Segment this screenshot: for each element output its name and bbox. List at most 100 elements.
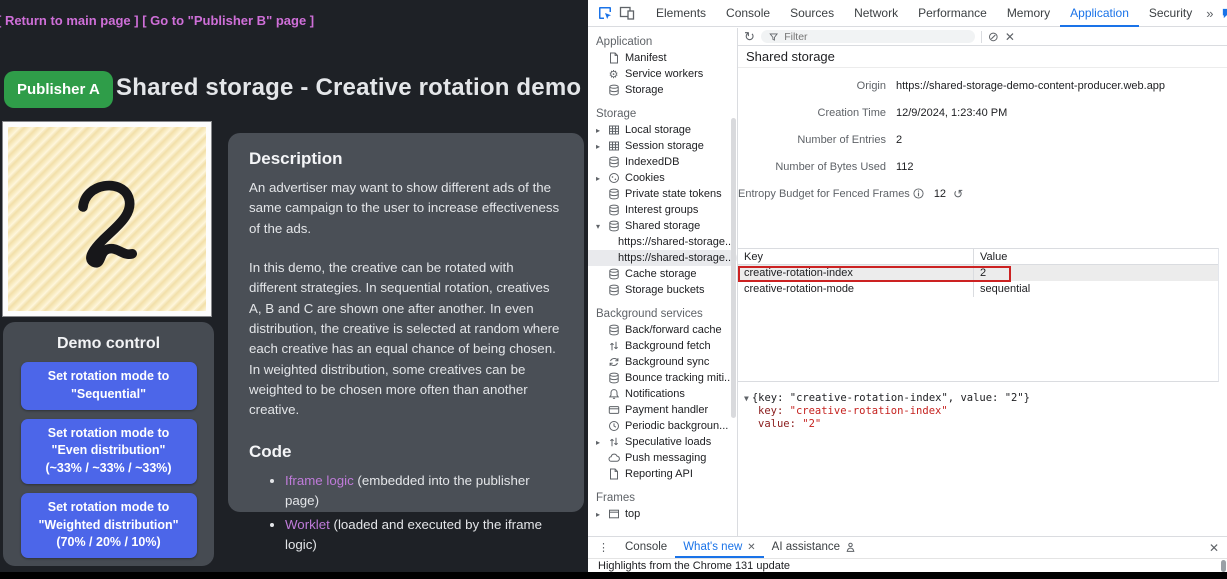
sidebar-item-label: Local storage xyxy=(625,124,691,136)
tab-network[interactable]: Network xyxy=(844,0,908,27)
sidebar-item-top[interactable]: ▸top xyxy=(588,506,737,522)
messages-icon[interactable] xyxy=(1219,2,1227,24)
sidebar-item-local-storage[interactable]: ▸ Local storage xyxy=(588,122,737,138)
publisher-b-link[interactable]: [ Go to "Publisher B" page ] xyxy=(142,13,314,28)
filter-input[interactable] xyxy=(782,30,967,44)
devtools-body: ApplicationManifest⚙Service workersStora… xyxy=(588,28,1227,536)
sidebar-item-background-sync[interactable]: Background sync xyxy=(588,354,737,370)
iframe-logic-link[interactable]: Iframe logic xyxy=(285,473,354,488)
panel-title: Shared storage xyxy=(738,46,1227,68)
meta-label: Entropy Budget for Fenced Frames xyxy=(738,188,910,200)
tab-security[interactable]: Security xyxy=(1139,0,1202,27)
drawer-tab-console[interactable]: Console xyxy=(617,537,675,558)
sidebar-item-speculative-loads[interactable]: ▸ Speculative loads xyxy=(588,434,737,450)
screenshot-root: [ Return to main page ] [ Go to "Publish… xyxy=(0,0,1227,579)
set-sequential-button[interactable]: Set rotation mode to "Sequential" xyxy=(21,362,197,410)
more-tabs-icon[interactable]: » xyxy=(1202,6,1217,21)
refresh-icon[interactable]: ↻ xyxy=(744,29,755,45)
expander-open-icon[interactable]: ▾ xyxy=(596,222,607,231)
sidebar-item-https-shared-storage[interactable]: https://shared-storage... xyxy=(588,250,737,266)
drawer-kebab-icon[interactable]: ⋮ xyxy=(590,541,617,554)
expander-closed-icon[interactable]: ▸ xyxy=(596,174,607,183)
meta-row-entropy-budget: Entropy Budget for Fenced Frames 12 ↺ xyxy=(738,186,1227,202)
expander-closed-icon[interactable]: ▸ xyxy=(596,142,607,151)
close-drawer-icon[interactable]: ✕ xyxy=(1209,541,1219,555)
sidebar-item-bounce-tracking-miti[interactable]: Bounce tracking miti... xyxy=(588,370,737,386)
meta-value: 112 xyxy=(896,161,914,173)
drawer-scrollbar[interactable] xyxy=(1221,560,1226,572)
block-clear-icon[interactable]: ⊘ xyxy=(988,29,999,45)
ad-creative-frame[interactable] xyxy=(3,122,211,316)
list-item: Worklet (loaded and executed by the ifra… xyxy=(285,515,563,555)
drawer-tab-label: What's new xyxy=(683,537,742,558)
sidebar-item-background-fetch[interactable]: Background fetch xyxy=(588,338,737,354)
return-main-link[interactable]: [ Return to main page ] xyxy=(0,13,139,28)
grid-icon xyxy=(607,140,620,153)
btn-line: (70% / 20% / 10%) xyxy=(56,535,160,549)
drawer-tab-ai-assistance[interactable]: AI assistance xyxy=(764,537,864,558)
table-row[interactable]: creative-rotation-mode sequential xyxy=(738,281,1218,297)
drawer-tab-label: AI assistance xyxy=(772,537,840,558)
sidebar-scrollbar[interactable] xyxy=(731,118,736,418)
sidebar-item-private-state-tokens[interactable]: Private state tokens xyxy=(588,186,737,202)
sidebar-item-interest-groups[interactable]: Interest groups xyxy=(588,202,737,218)
reset-budget-icon[interactable]: ↺ xyxy=(953,187,963,201)
meta-value: 12 xyxy=(934,188,946,200)
sidebar-item-reporting-api[interactable]: Reporting API xyxy=(588,466,737,482)
tab-performance[interactable]: Performance xyxy=(908,0,997,27)
tab-console[interactable]: Console xyxy=(716,0,780,27)
sidebar-item-storage[interactable]: Storage xyxy=(588,82,737,98)
tabbar-right-controls: » 2 ⚙ ⋮ ✕ xyxy=(1202,2,1227,24)
sidebar-item-periodic-backgroun[interactable]: Periodic backgroun... xyxy=(588,418,737,434)
sidebar-item-notifications[interactable]: Notifications xyxy=(588,386,737,402)
sidebar-item-session-storage[interactable]: ▸Session storage xyxy=(588,138,737,154)
sidebar-item-push-messaging[interactable]: Push messaging xyxy=(588,450,737,466)
sidebar-item-payment-handler[interactable]: Payment handler xyxy=(588,402,737,418)
sidebar-item-cache-storage[interactable]: Cache storage xyxy=(588,266,737,282)
page-title: Shared storage - Creative rotation demo xyxy=(116,74,581,102)
database-icon xyxy=(607,188,620,201)
inspect-element-icon[interactable] xyxy=(594,2,616,24)
expand-triangle-icon[interactable]: ▼ xyxy=(744,394,749,403)
table-row[interactable]: creative-rotation-index 2 xyxy=(738,265,1218,281)
sidebar-item-label: Background sync xyxy=(625,356,709,368)
bell-icon xyxy=(607,388,620,401)
sidebar-item-label: Speculative loads xyxy=(625,436,711,448)
info-icon[interactable] xyxy=(913,188,924,200)
list-item: Iframe logic (embedded into the publishe… xyxy=(285,471,563,511)
set-weighted-distribution-button[interactable]: Set rotation mode to "Weighted distribut… xyxy=(21,493,197,558)
sidebar-item-cookies[interactable]: ▸Cookies xyxy=(588,170,737,186)
panel-toolbar: ↻ ⊘ ✕ xyxy=(738,28,1227,46)
tab-memory[interactable]: Memory xyxy=(997,0,1060,27)
tab-application[interactable]: Application xyxy=(1060,0,1139,27)
column-header-key[interactable]: Key xyxy=(738,249,974,264)
sidebar-item-service-workers[interactable]: ⚙Service workers xyxy=(588,66,737,82)
demo-control-heading: Demo control xyxy=(3,335,214,353)
close-tab-icon[interactable]: ✕ xyxy=(747,537,755,558)
cell-key: creative-rotation-index xyxy=(738,265,974,281)
sidebar-item-https-shared-storage[interactable]: https://shared-storage... xyxy=(588,234,737,250)
drawer-tab-whats-new[interactable]: What's new ✕ xyxy=(675,537,763,558)
tab-sources[interactable]: Sources xyxy=(780,0,844,27)
device-toolbar-icon[interactable] xyxy=(616,2,638,24)
divider xyxy=(981,31,982,43)
document-icon xyxy=(607,52,620,65)
sidebar-item-storage-buckets[interactable]: Storage buckets xyxy=(588,282,737,298)
expander-closed-icon[interactable]: ▸ xyxy=(596,438,607,447)
sidebar-item-back-forward-cache[interactable]: Back/forward cache xyxy=(588,322,737,338)
worklet-link[interactable]: Worklet xyxy=(285,517,330,532)
sidebar-item-shared-storage[interactable]: ▾Shared storage xyxy=(588,218,737,234)
column-header-value[interactable]: Value xyxy=(974,249,1218,264)
expander-closed-icon[interactable]: ▸ xyxy=(596,510,607,519)
sidebar-item-label: Notifications xyxy=(625,388,685,400)
expander-closed-icon[interactable]: ▸ xyxy=(596,126,607,135)
database-icon xyxy=(607,268,620,281)
sidebar-item-indexeddb[interactable]: IndexedDB xyxy=(588,154,737,170)
sidebar-item-manifest[interactable]: Manifest xyxy=(588,50,737,66)
set-even-distribution-button[interactable]: Set rotation mode to "Even distribution"… xyxy=(21,419,197,484)
preview-summary-text: {key: "creative-rotation-index", value: … xyxy=(752,392,1030,404)
tab-elements[interactable]: Elements xyxy=(646,0,716,27)
delete-selected-icon[interactable]: ✕ xyxy=(1005,30,1015,44)
btn-line: "Sequential" xyxy=(71,387,146,401)
sidebar-item-label: Storage buckets xyxy=(625,284,705,296)
